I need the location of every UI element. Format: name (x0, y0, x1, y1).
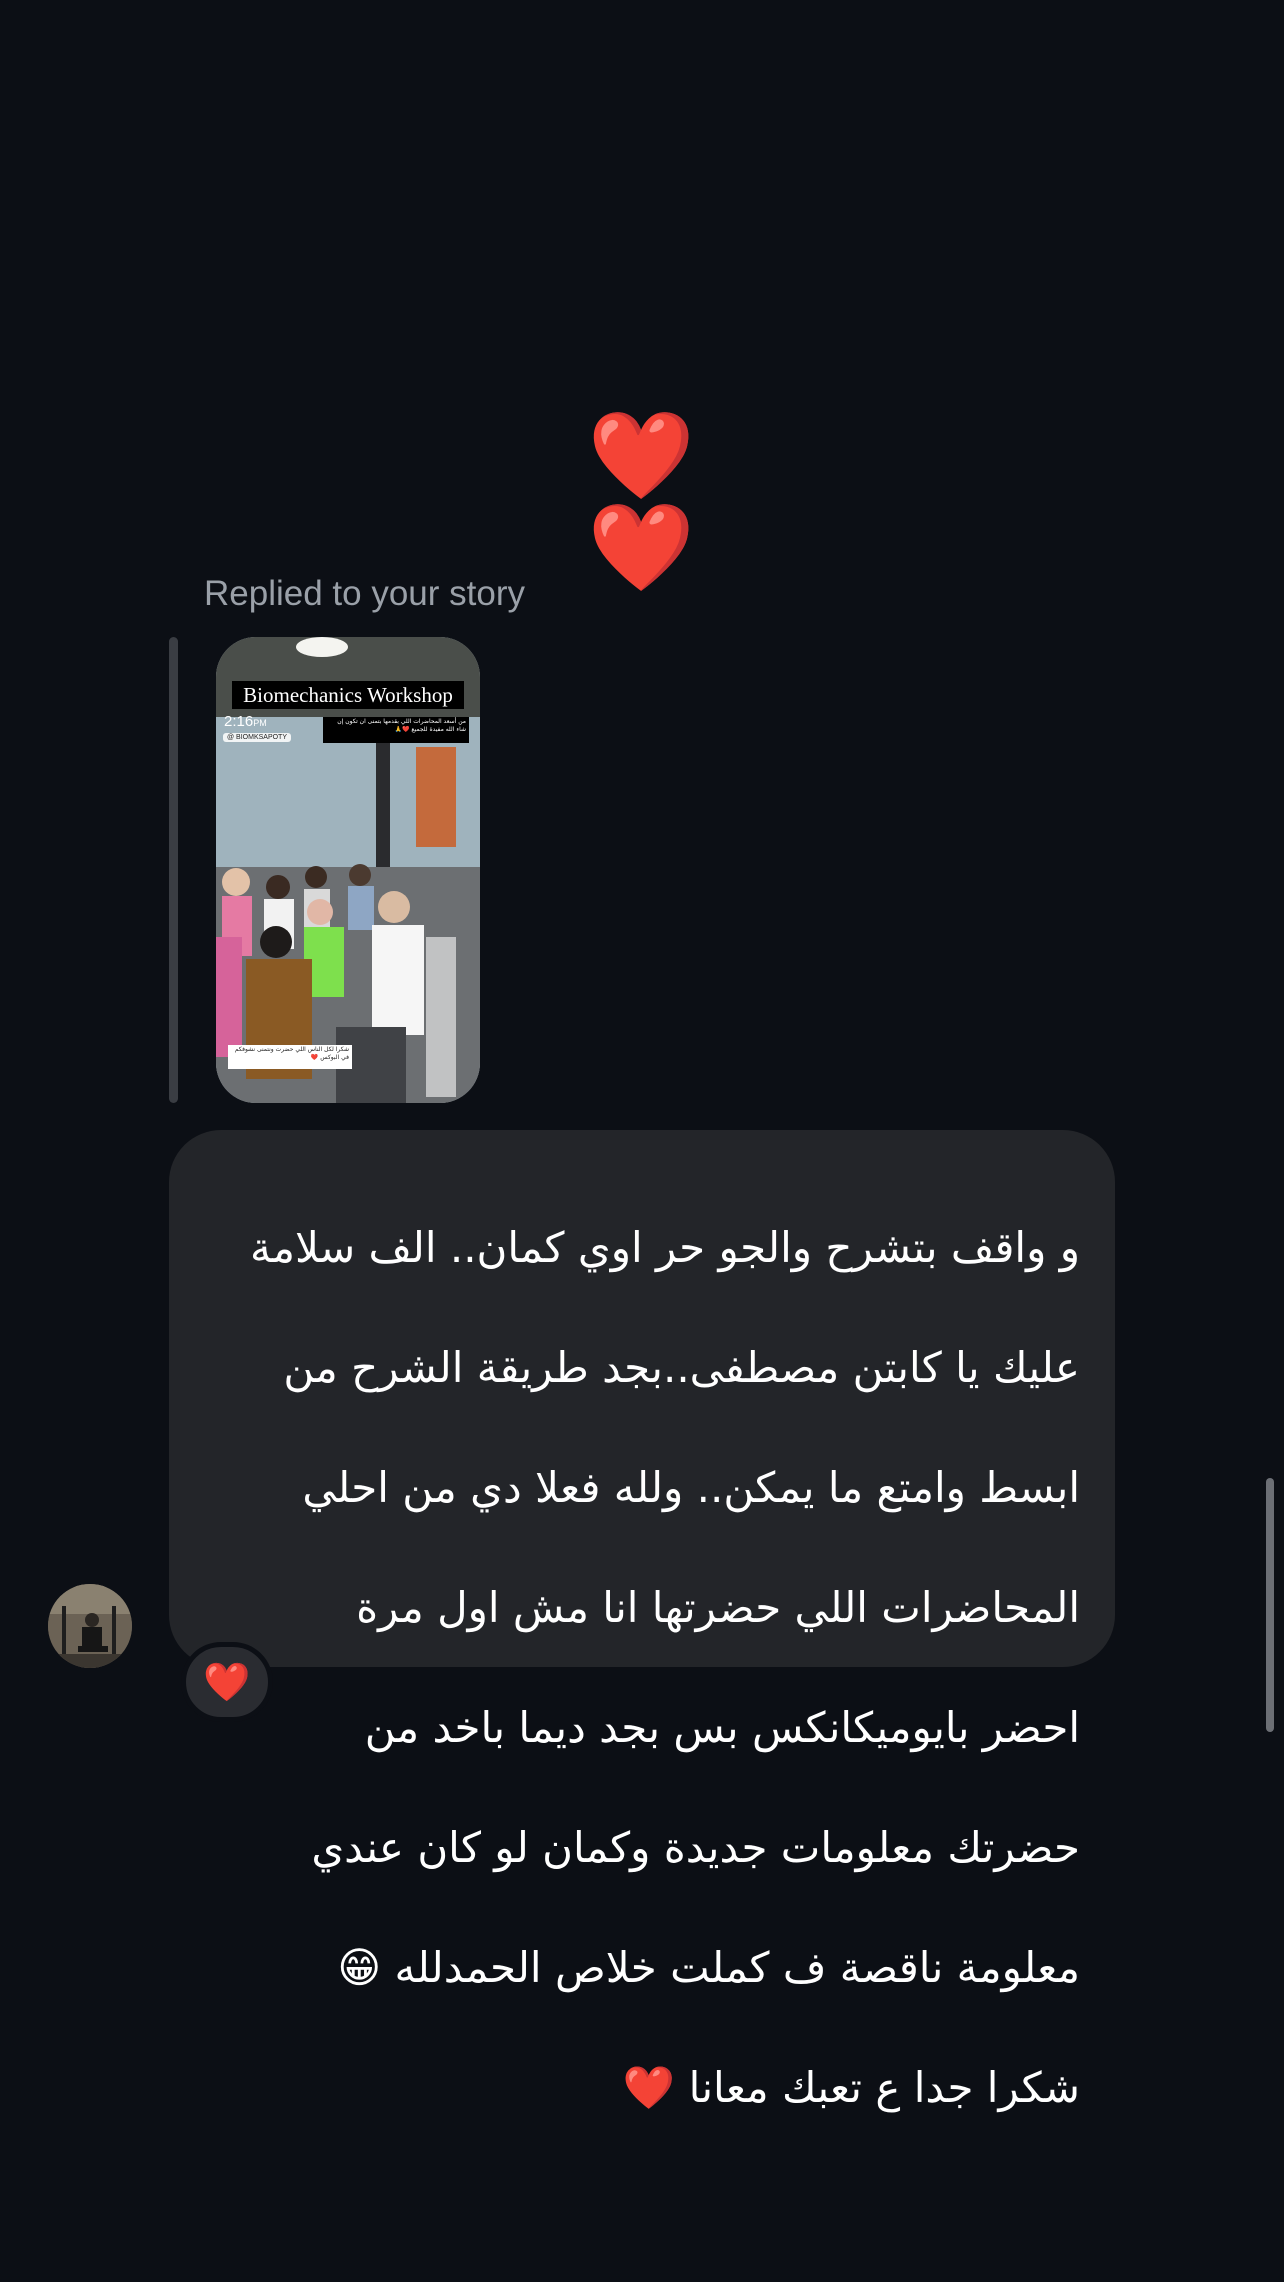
hearts-message[interactable]: ❤️❤️ (548, 410, 734, 594)
story-bottom-caption: شكرا لكل الناس اللي حضرت ونتمنى نشوفكم ف… (228, 1045, 352, 1069)
message-line: و واقف بتشرح والجو حر اوي كمان.. الف سلا… (249, 1223, 1080, 1272)
reply-quote-bar (169, 637, 178, 1103)
message-line: حضرتك معلومات جديدة وكمان لو كان عندي (311, 1823, 1080, 1872)
message-line: ابسط وامتع ما يمكن.. ولله فعلا دي من احل… (302, 1463, 1080, 1512)
message-bubble[interactable]: و واقف بتشرح والجو حر اوي كمان.. الف سلا… (169, 1130, 1115, 2112)
heart-reaction[interactable]: ❤️ (181, 1642, 273, 1722)
story-handle-badge: @ BIOMKSAPOTY (223, 733, 292, 742)
story-thumbnail[interactable]: Biomechanics Workshop 2:16PM @ BIOMKSAPO… (216, 637, 480, 1103)
avatar-icon (48, 1584, 132, 1668)
story-top-caption: من أسعد المحاضرات اللي بقدمها بتمنى ان ت… (323, 717, 469, 743)
story-title: Biomechanics Workshop (232, 681, 464, 709)
message-line: احضر بايوميكانكس بس بجد ديما باخد من (364, 1703, 1080, 1752)
message-line: معلومة ناقصة ف كملت خلاص الحمدلله 😁 (337, 1943, 1080, 1992)
message-line: عليك يا كابتن مصطفى..بجد طريقة الشرح من (283, 1343, 1080, 1392)
message-line: المحاضرات اللي حضرتها انا مش اول مرة (356, 1583, 1080, 1632)
story-timestamp: 2:16PM (224, 713, 267, 730)
message-text: و واقف بتشرح والجو حر اوي كمان.. الف سلا… (204, 1158, 1080, 2178)
sender-avatar[interactable] (48, 1584, 132, 1668)
replied-to-story-label: Replied to your story (204, 574, 525, 613)
scrollbar[interactable] (1266, 1478, 1274, 1732)
message-line: شكرا جدا ع تعبك معانا ❤️ (622, 2063, 1080, 2112)
